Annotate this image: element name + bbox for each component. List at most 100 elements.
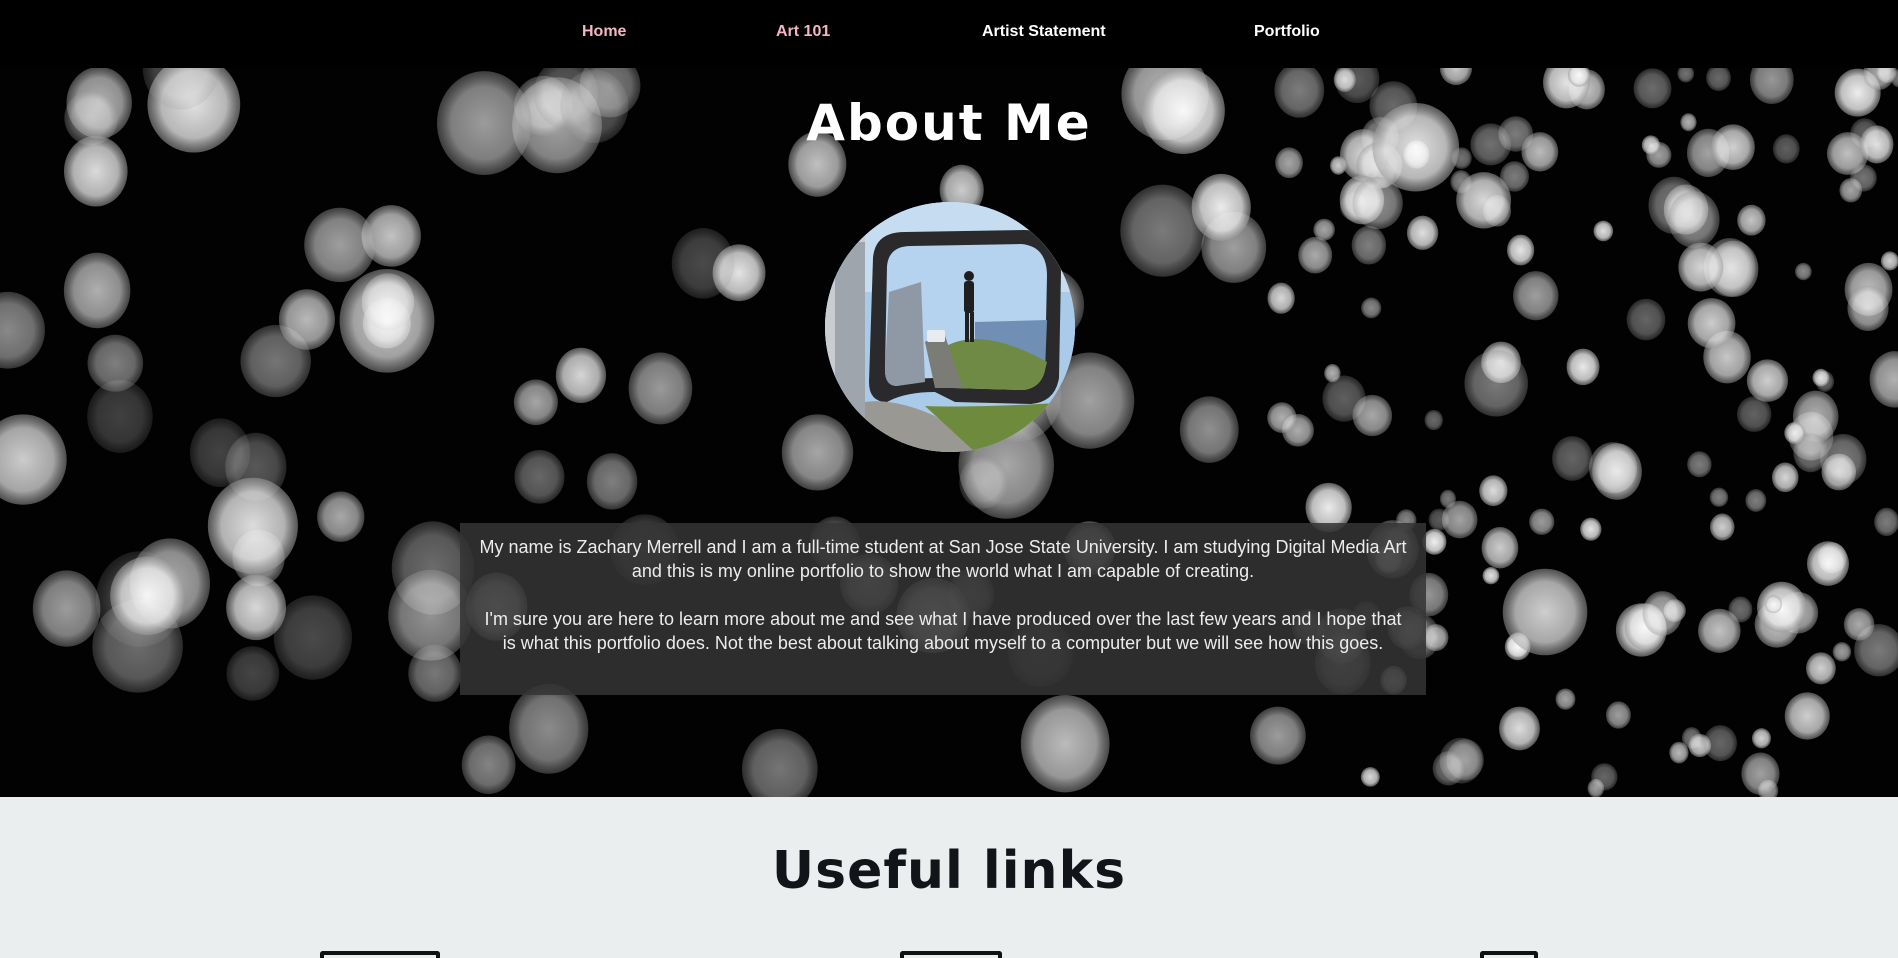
bokeh-light	[1250, 706, 1306, 765]
bokeh-light	[1592, 443, 1642, 500]
bokeh-light	[1745, 489, 1767, 512]
bokeh-light	[226, 646, 280, 701]
bokeh-light	[1812, 368, 1830, 387]
useful-links-section: Useful links	[0, 797, 1898, 958]
bokeh-light	[1439, 68, 1473, 86]
bio-paragraph-2: I'm sure you are here to learn more abou…	[484, 609, 1402, 653]
bokeh-light	[1669, 741, 1689, 764]
bokeh-light	[1806, 541, 1849, 586]
bokeh-light	[1360, 767, 1380, 787]
bokeh-light	[628, 352, 693, 425]
bokeh-light	[586, 453, 638, 510]
bokeh-light	[1764, 595, 1783, 614]
bokeh-light	[0, 291, 45, 369]
bokeh-light	[1668, 191, 1720, 248]
bokeh-light	[671, 228, 735, 299]
bokeh-light	[1179, 396, 1239, 463]
bokeh-light	[304, 207, 376, 283]
bokeh-light	[32, 570, 101, 647]
bokeh-light	[1313, 218, 1335, 241]
bokeh-light	[226, 574, 287, 641]
bokeh-light	[509, 683, 589, 774]
bokeh-light	[1677, 68, 1695, 83]
bokeh-light	[1499, 706, 1540, 751]
bokeh-light	[1687, 298, 1736, 349]
bokeh-light	[1746, 359, 1789, 402]
bokeh-light	[1424, 409, 1443, 431]
bokeh-light	[1502, 568, 1588, 656]
bokeh-light	[1566, 348, 1600, 386]
bokeh-light	[1771, 462, 1799, 493]
profile-photo-image	[825, 202, 1075, 452]
bokeh-light	[278, 289, 335, 350]
bokeh-light	[1728, 596, 1753, 623]
bokeh-light	[461, 735, 516, 794]
bokeh-light	[1555, 688, 1576, 710]
bokeh-light	[87, 334, 144, 392]
bokeh-light	[1593, 220, 1614, 242]
bokeh-light	[1850, 164, 1877, 192]
bokeh-light	[1869, 351, 1898, 408]
bokeh-light	[1706, 68, 1731, 91]
nav-home-link[interactable]: Home	[582, 23, 626, 41]
bokeh-light	[1020, 695, 1110, 793]
bokeh-light	[1481, 527, 1519, 569]
document-icon[interactable]	[1480, 951, 1538, 958]
bokeh-light	[1591, 763, 1618, 791]
bokeh-light	[1432, 751, 1465, 786]
bokeh-light	[0, 414, 67, 505]
bokeh-light	[1324, 363, 1341, 383]
nav-artist-statement-link[interactable]: Artist Statement	[982, 23, 1106, 41]
nav-art101-link[interactable]: Art 101	[776, 23, 830, 41]
bokeh-light	[1741, 752, 1780, 795]
bokeh-light	[1737, 204, 1766, 236]
bokeh-light	[1298, 236, 1333, 274]
bokeh-light	[1479, 475, 1508, 507]
bokeh-light	[1736, 396, 1772, 432]
bokeh-light	[1794, 262, 1812, 281]
nav-portfolio-link[interactable]: Portfolio	[1254, 23, 1320, 41]
bokeh-light	[514, 449, 565, 504]
bokeh-light	[1507, 234, 1535, 266]
bokeh-light	[1687, 451, 1712, 478]
page-title: About Me	[806, 94, 1092, 152]
bokeh-light	[1793, 433, 1828, 473]
bio-text-box: My name is Zachary Merrell and I am a fu…	[460, 523, 1426, 695]
bokeh-light	[1709, 513, 1735, 541]
bokeh-light	[1456, 172, 1512, 229]
bokeh-light	[1751, 728, 1771, 749]
bokeh-light	[1352, 394, 1393, 437]
bokeh-light	[1626, 298, 1666, 341]
bokeh-light	[1552, 436, 1593, 481]
about-hero-section: About Me My name is Zachary Merrell and …	[0, 68, 1898, 797]
bokeh-light	[110, 556, 185, 636]
bio-paragraph-1: My name is Zachary Merrell and I am a fu…	[479, 537, 1407, 581]
bokeh-light	[1874, 507, 1898, 537]
monitor-icon[interactable]	[320, 951, 440, 958]
tablet-icon[interactable]	[900, 951, 1002, 958]
bokeh-light	[959, 456, 1008, 509]
bokeh-light	[408, 644, 462, 702]
bokeh-light	[1832, 642, 1852, 662]
bokeh-light	[1361, 297, 1382, 319]
bokeh-light	[1784, 692, 1830, 740]
bokeh-light	[781, 414, 854, 491]
bokeh-light	[1120, 184, 1205, 277]
bokeh-light	[513, 379, 558, 426]
bokeh-light	[1847, 285, 1889, 331]
bokeh-light	[1709, 487, 1729, 507]
bokeh-light	[1428, 508, 1450, 531]
bokeh-light	[1351, 225, 1387, 265]
bokeh-light	[1642, 591, 1683, 636]
bokeh-light	[1580, 517, 1602, 541]
bokeh-light	[1605, 701, 1631, 729]
bokeh-light	[1843, 608, 1875, 641]
bokeh-light	[1333, 68, 1356, 92]
useful-links-heading: Useful links	[771, 841, 1127, 901]
bokeh-light	[1880, 251, 1898, 271]
bokeh-light	[1678, 242, 1724, 292]
bokeh-light	[339, 268, 435, 373]
bokeh-light	[1406, 215, 1439, 250]
bokeh-light	[317, 491, 365, 542]
bokeh-light	[1820, 433, 1867, 485]
